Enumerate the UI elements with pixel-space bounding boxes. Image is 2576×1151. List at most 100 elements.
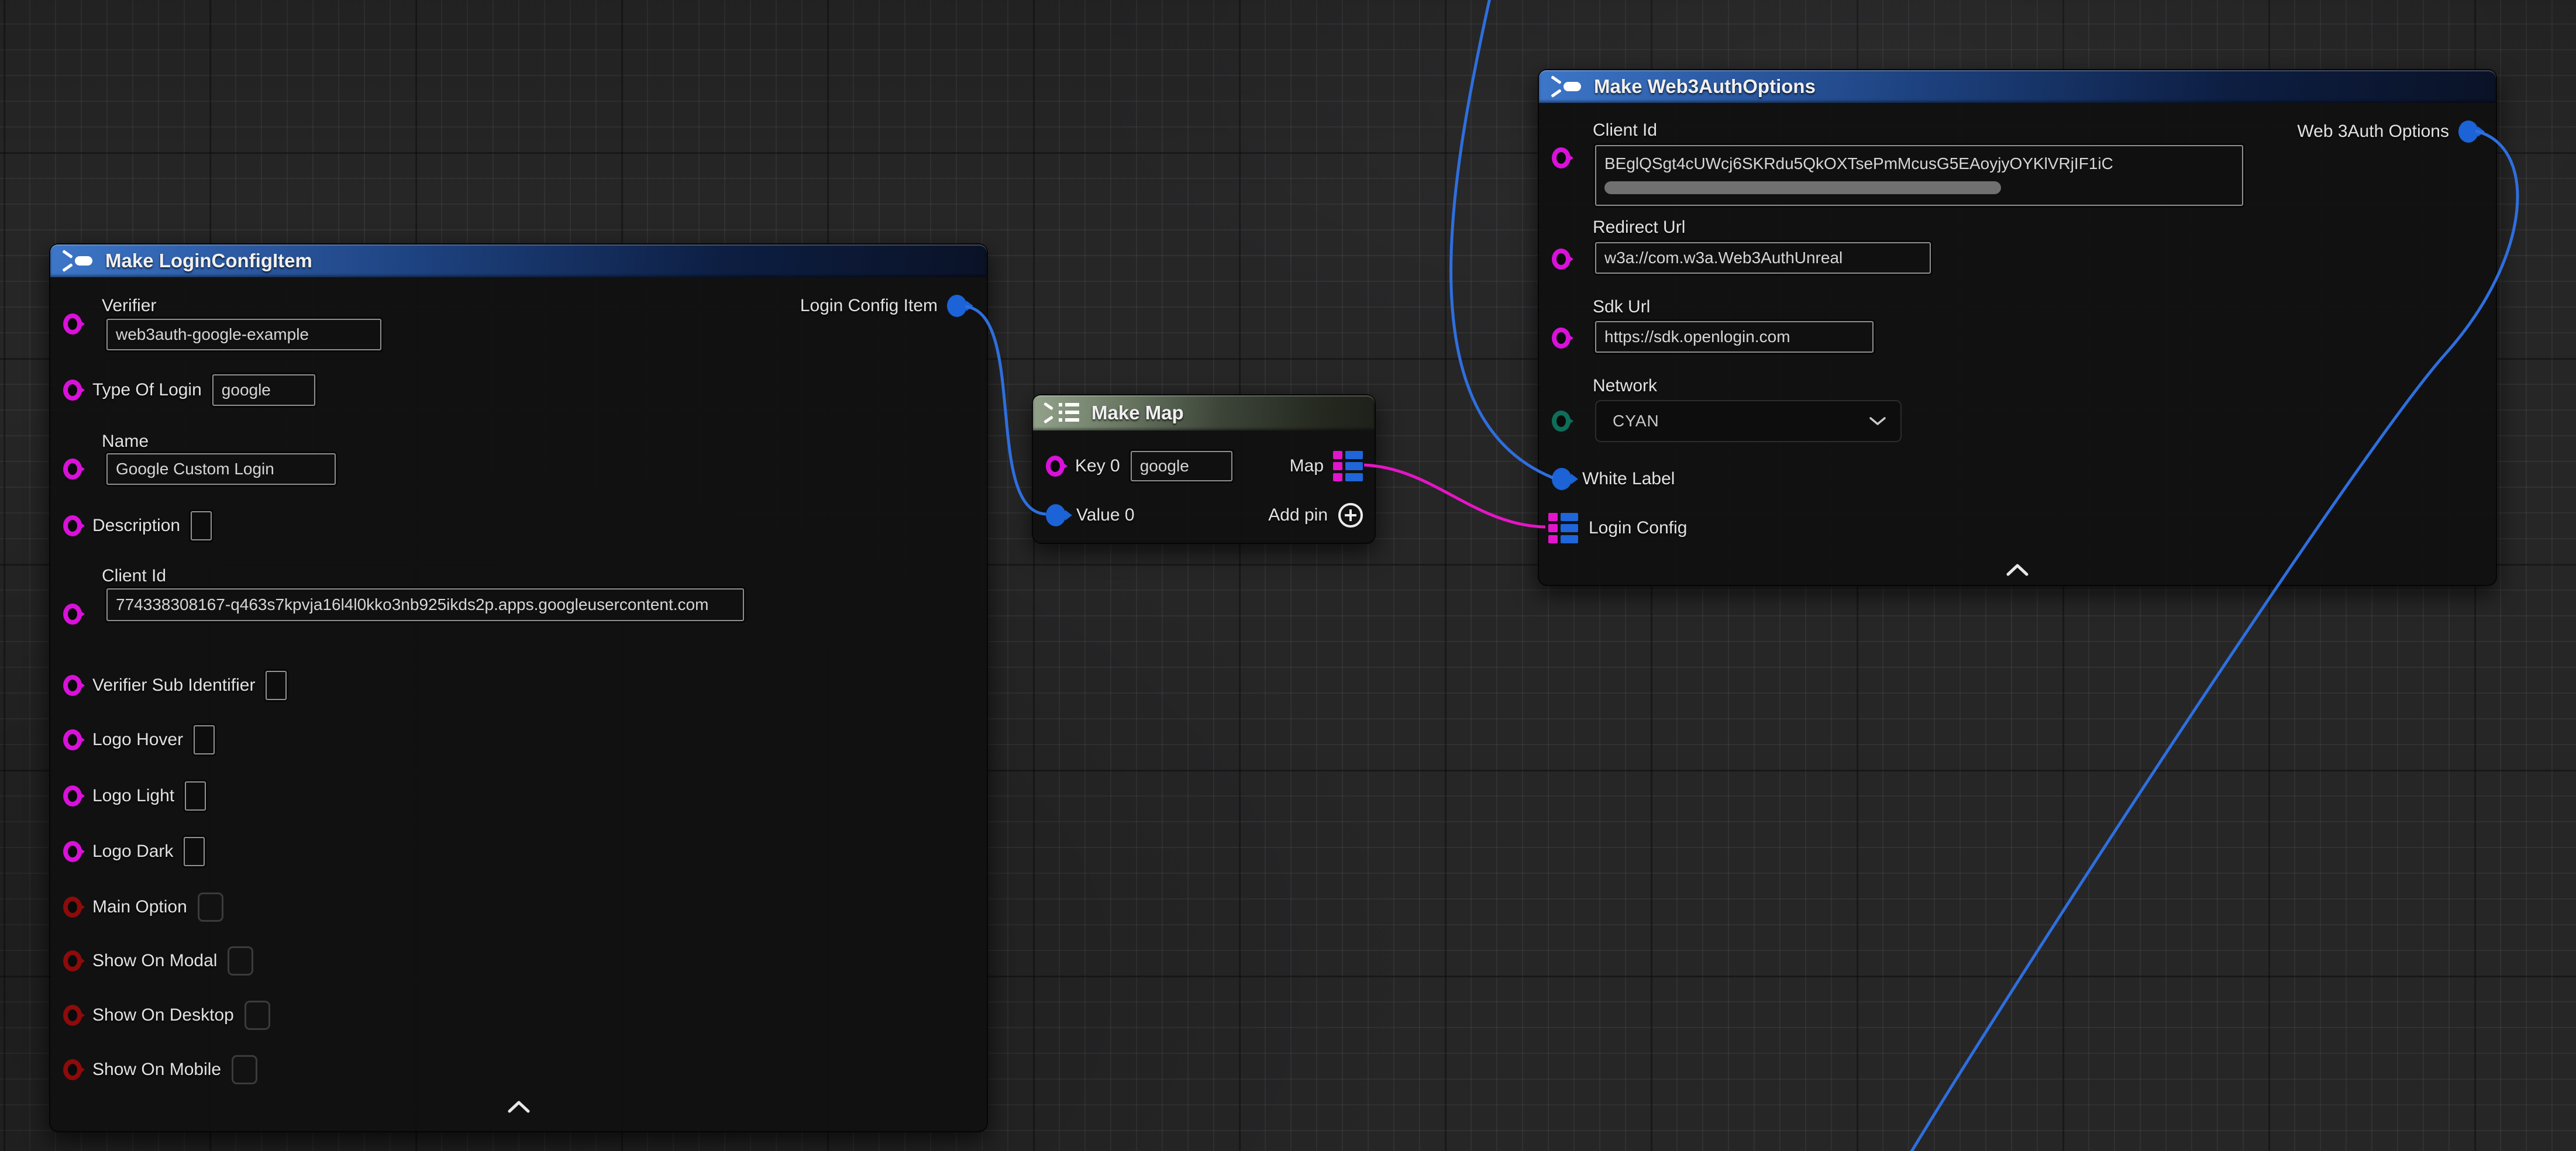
description-label: Description [92, 516, 180, 536]
show-on-desktop-row: Show On Desktop [63, 1001, 270, 1030]
map-output-label: Map [1290, 456, 1324, 476]
logo-dark-input[interactable] [184, 837, 205, 866]
make-struct-icon [1549, 74, 1583, 99]
key0-label: Key 0 [1075, 456, 1120, 476]
show-on-desktop-pin[interactable] [63, 1005, 82, 1026]
network-dropdown[interactable]: CYAN [1595, 400, 1902, 442]
map-container-pin-icon[interactable] [1333, 451, 1363, 481]
login-config-label: Login Config [1589, 518, 1687, 538]
client-id-label: Client Id [102, 566, 166, 586]
login-config-row: Login Config [1548, 512, 1687, 544]
output-login-config-item[interactable]: Login Config Item [800, 295, 967, 317]
name-pin[interactable] [63, 459, 82, 480]
client-id-input[interactable]: BEglQSgt4cUWcj6SKRdu5QkOXTsePmMcusG5EAoy… [1595, 145, 2243, 206]
verifier-pin[interactable] [63, 313, 82, 335]
white-label-pin[interactable] [1552, 468, 1572, 490]
node-make-loginconfigitem-header[interactable]: Make LoginConfigItem [50, 244, 987, 277]
verifier-sub-identifier-row: Verifier Sub Identifier [63, 670, 287, 701]
show-on-mobile-checkbox[interactable] [232, 1055, 257, 1084]
logo-light-input[interactable] [185, 781, 206, 811]
collapse-chevron-icon[interactable] [506, 1100, 532, 1115]
logo-dark-label: Logo Dark [92, 842, 173, 861]
output-web3auth-options[interactable]: Web 3Auth Options [2297, 120, 2478, 143]
show-on-desktop-label: Show On Desktop [92, 1005, 234, 1025]
node-title: Make Map [1091, 402, 1184, 424]
redirect-url-label: Redirect Url [1593, 218, 1685, 237]
network-label: Network [1593, 376, 1657, 396]
node-make-map-header[interactable]: Make Map [1033, 395, 1375, 430]
redirect-url-pin[interactable] [1552, 249, 1571, 270]
client-id-label: Client Id [1593, 120, 1657, 140]
node-make-loginconfigitem[interactable]: Make LoginConfigItem Login Config Item V… [49, 243, 988, 1132]
client-id-scrollbar[interactable] [1604, 181, 2001, 194]
sdk-url-label: Sdk Url [1593, 297, 1650, 317]
main-option-pin[interactable] [63, 897, 82, 918]
key0-input[interactable]: google [1131, 451, 1232, 481]
collapse-chevron-icon[interactable] [2005, 563, 2030, 578]
add-pin-button[interactable]: Add pin [1268, 502, 1364, 529]
network-dropdown-value: CYAN [1613, 412, 1659, 430]
white-label-label: White Label [1582, 469, 1675, 489]
value0-pin[interactable] [1046, 504, 1066, 526]
node-title: Make LoginConfigItem [105, 250, 312, 272]
key0-pin[interactable] [1046, 456, 1065, 477]
add-pin-plus-icon[interactable] [1337, 502, 1364, 529]
blueprint-canvas[interactable]: Make LoginConfigItem Login Config Item V… [0, 0, 2576, 1151]
logo-hover-input[interactable] [194, 725, 215, 754]
main-option-label: Main Option [92, 897, 187, 917]
show-on-mobile-label: Show On Mobile [92, 1060, 221, 1080]
verifier-sub-identifier-pin[interactable] [63, 675, 82, 696]
show-on-modal-label: Show On Modal [92, 951, 217, 971]
sdk-url-input[interactable]: https://sdk.openlogin.com [1595, 321, 1874, 353]
logo-hover-pin[interactable] [63, 729, 82, 750]
sdk-url-pin[interactable] [1552, 328, 1571, 349]
show-on-modal-pin[interactable] [63, 950, 82, 971]
name-input[interactable]: Google Custom Login [106, 453, 336, 485]
show-on-modal-checkbox[interactable] [228, 946, 253, 976]
key0-row: Key 0 google [1046, 450, 1232, 482]
show-on-desktop-checkbox[interactable] [244, 1001, 270, 1030]
network-pin[interactable] [1552, 411, 1571, 432]
verifier-input[interactable]: web3auth-google-example [106, 319, 381, 350]
show-on-mobile-row: Show On Mobile [63, 1055, 257, 1084]
node-title: Make Web3AuthOptions [1594, 75, 1816, 98]
type-of-login-label: Type Of Login [92, 380, 202, 400]
client-id-pin[interactable] [1552, 147, 1571, 168]
web3auth-options-output-pin[interactable] [2458, 120, 2478, 143]
node-make-web3authoptions-header[interactable]: Make Web3AuthOptions [1539, 70, 2496, 103]
description-row: Description [63, 511, 212, 541]
logo-dark-pin[interactable] [63, 841, 82, 862]
description-pin[interactable] [63, 515, 82, 536]
output-pin-label: Login Config Item [800, 296, 938, 316]
type-of-login-row: Type Of Login google [63, 374, 315, 406]
description-input[interactable] [191, 511, 212, 540]
node-make-web3authoptions[interactable]: Make Web3AuthOptions Web 3Auth Options C… [1538, 69, 2497, 586]
verifier-sub-identifier-input[interactable] [266, 671, 287, 700]
output-pin-label: Web 3Auth Options [2297, 122, 2449, 142]
main-option-row: Main Option [63, 892, 223, 922]
show-on-mobile-pin[interactable] [63, 1059, 82, 1080]
redirect-url-input[interactable]: w3a://com.w3a.Web3AuthUnreal [1595, 242, 1931, 274]
type-of-login-input[interactable]: google [212, 374, 315, 406]
logo-light-label: Logo Light [92, 786, 174, 806]
main-option-checkbox[interactable] [198, 892, 223, 922]
show-on-modal-row: Show On Modal [63, 946, 253, 976]
logo-light-pin[interactable] [63, 785, 82, 807]
make-struct-icon [61, 249, 95, 273]
logo-hover-label: Logo Hover [92, 730, 183, 750]
map-container-pin-icon[interactable] [1548, 513, 1578, 543]
name-label: Name [102, 432, 149, 452]
login-config-item-output-pin[interactable] [947, 295, 967, 317]
add-pin-label: Add pin [1268, 505, 1328, 525]
node-make-map[interactable]: Make Map Key 0 google Map Value 0 Add pi… [1032, 394, 1376, 544]
client-id-input[interactable]: 774338308167-q463s7kpvja16l4l0kko3nb925i… [106, 588, 744, 621]
white-label-row: White Label [1552, 463, 1675, 495]
logo-dark-row: Logo Dark [63, 836, 205, 867]
client-id-pin[interactable] [63, 604, 82, 625]
map-output[interactable]: Map [1290, 450, 1363, 482]
value0-row: Value 0 [1046, 499, 1135, 531]
logo-light-row: Logo Light [63, 781, 206, 811]
logo-hover-row: Logo Hover [63, 725, 215, 755]
make-map-icon [1044, 400, 1081, 426]
type-of-login-pin[interactable] [63, 380, 82, 401]
